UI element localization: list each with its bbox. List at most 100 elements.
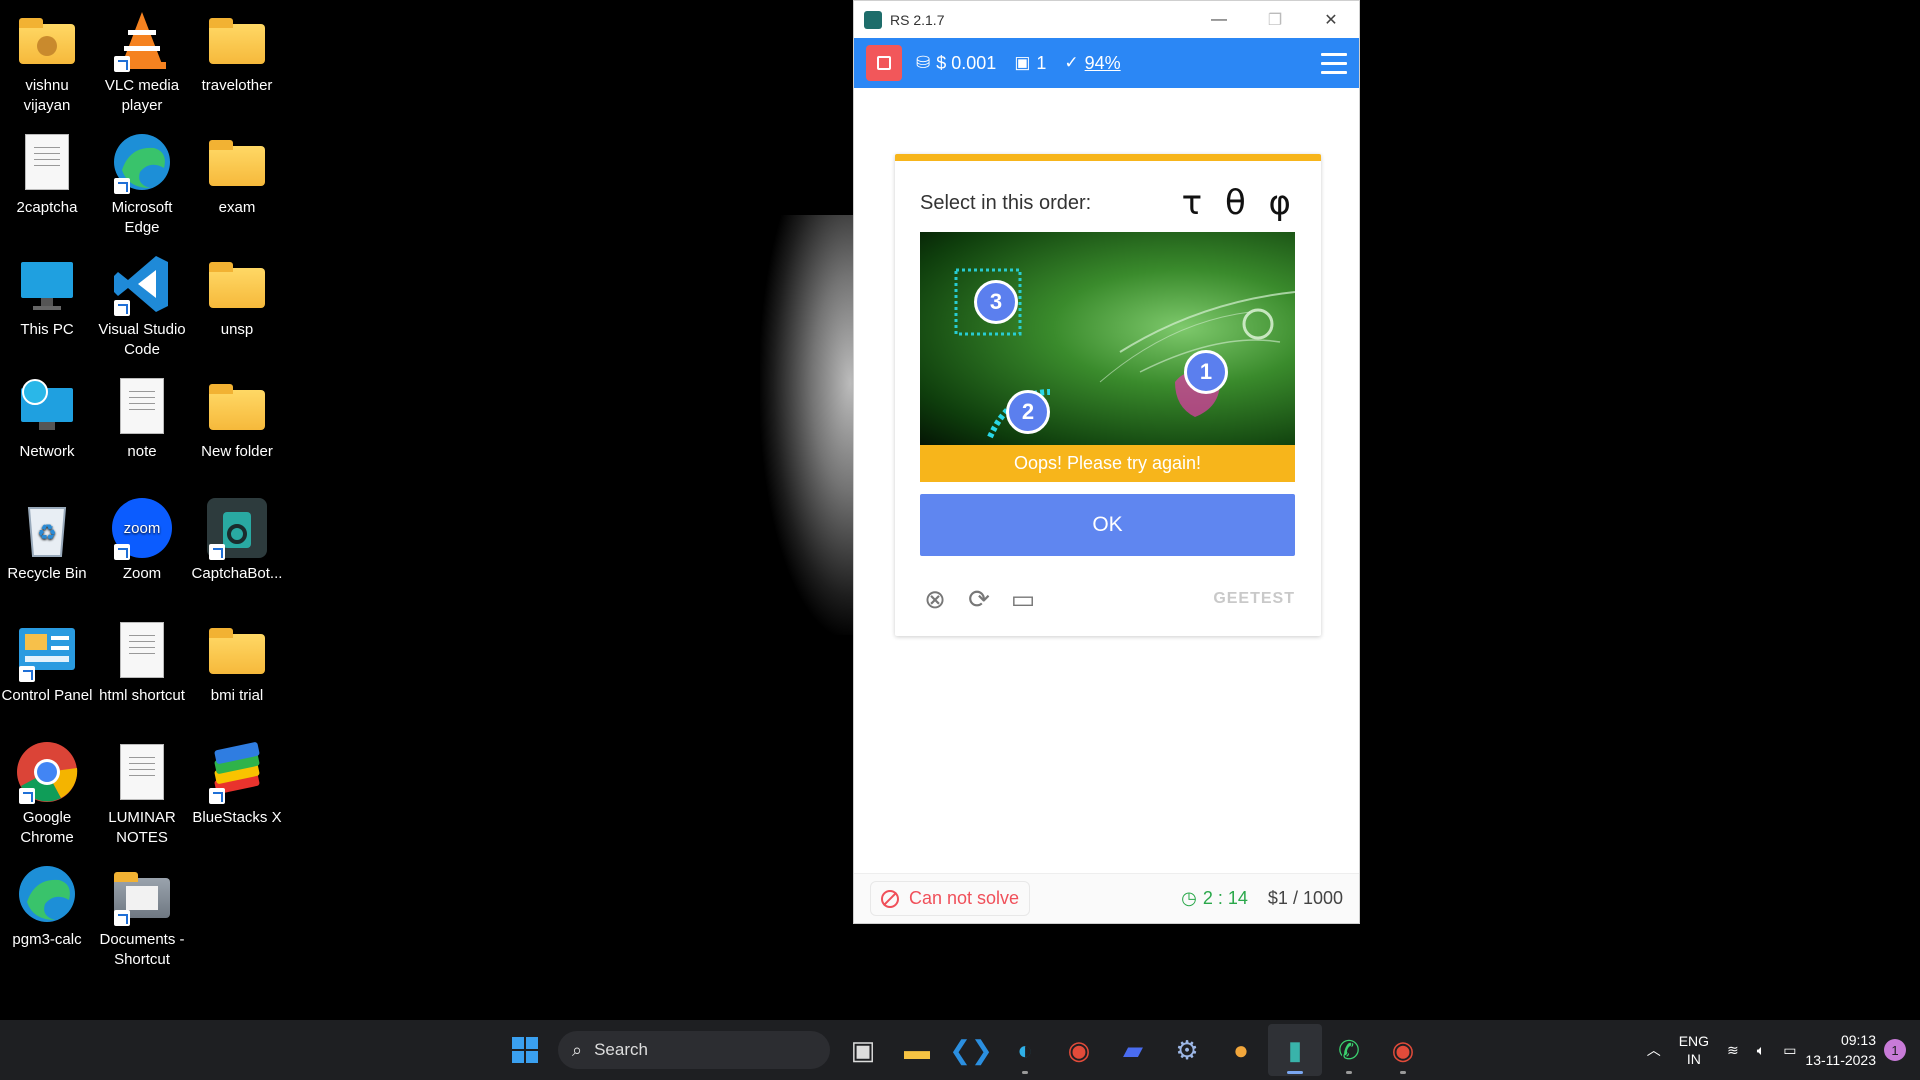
captcha-background <box>954 268 1295 439</box>
count-indicator: ▣ 1 <box>1014 53 1046 74</box>
timer-value: 2 : 14 <box>1202 888 1248 908</box>
taskbar-chrome[interactable]: ◉ <box>1052 1024 1106 1076</box>
edge-icon <box>110 130 174 194</box>
language-indicator[interactable]: ENG IN <box>1679 1032 1709 1068</box>
speaker-icon: 🔈︎ <box>1756 1042 1766 1058</box>
desktop-icon-vishnu-vijayan[interactable]: vishnu vijayan <box>0 0 94 116</box>
wifi-icon: ≋ <box>1727 1042 1739 1058</box>
taskbar-medal-app[interactable]: ● <box>1214 1024 1268 1076</box>
captchabot-icon: ▮ <box>1287 1034 1303 1065</box>
desktop-icon-edge[interactable]: Microsoft Edge <box>95 122 189 238</box>
tray-overflow-button[interactable]: ︿ <box>1647 1041 1661 1059</box>
document-icon <box>110 374 174 438</box>
accuracy-indicator[interactable]: ✓ 94% <box>1064 53 1120 74</box>
edge-icon: ◐ <box>1017 1034 1033 1065</box>
volume-button[interactable]: 🔈︎ <box>1757 1041 1765 1059</box>
captcha-marker-2[interactable]: 2 <box>1006 390 1050 434</box>
captcha-marker-1[interactable]: 1 <box>1184 350 1228 394</box>
desktop-icon-vscode[interactable]: Visual Studio Code <box>95 244 189 360</box>
desktop-icon-bmi-trial[interactable]: bmi trial <box>190 610 284 706</box>
desktop-icon-this-pc[interactable]: This PC <box>0 244 94 340</box>
close-button[interactable]: ✕ <box>1303 1 1359 38</box>
close-icon: ✕ <box>1324 11 1338 29</box>
clock[interactable]: 09:13 13-11-2023 <box>1805 1030 1876 1070</box>
taskbar-vscode[interactable]: ❮❯ <box>944 1024 998 1076</box>
captcha-target-glyphs: τ θ φ <box>1181 183 1297 223</box>
chrome-profile-icon: ◉ <box>1391 1034 1415 1065</box>
desktop-icon-network[interactable]: Network <box>0 366 94 462</box>
document-icon <box>110 740 174 804</box>
rs-app-window: RS 2.1.7 — ❐ ✕ ⛁ $ 0.001 ▣ 1 ✓ 94% Selec… <box>853 0 1360 924</box>
desktop-icon-documents-shortcut[interactable]: Documents - Shortcut <box>95 854 189 970</box>
taskbar: ⌕ Search ▣ ▬ ❮❯ ◐ ◉ ▰ ⚙ ● ▮ ✆ ◉ ︿ ENG IN… <box>0 1020 1920 1080</box>
taskbar-settings[interactable]: ⚙ <box>1160 1024 1214 1076</box>
taskbar-edge[interactable]: ◐ <box>998 1024 1052 1076</box>
clock-time: 09:13 <box>1840 1032 1876 1048</box>
desktop-icon-vlc[interactable]: VLC media player <box>95 0 189 116</box>
battery-button[interactable]: ▭ <box>1783 1041 1796 1059</box>
folder-icon <box>205 8 269 72</box>
accuracy-value[interactable]: 94% <box>1085 53 1121 74</box>
desktop-icon-chrome[interactable]: Google Chrome <box>0 732 94 848</box>
desktop-icon-bluestacks[interactable]: BlueStacks X <box>190 732 284 828</box>
system-tray: ︿ ENG IN ≋ 🔈︎ ▭ 09:13 13-11-2023 1 <box>1638 1020 1920 1080</box>
taskbar-task-view[interactable]: ▣ <box>836 1024 890 1076</box>
battery-icon: ▭ <box>1783 1042 1797 1058</box>
desktop-icon-zoom[interactable]: zoom Zoom <box>95 488 189 584</box>
desktop-icon-pgm3-calc[interactable]: pgm3-calc <box>0 854 94 950</box>
captcha-ok-button[interactable]: OK <box>920 494 1295 556</box>
user-folder-icon <box>15 8 79 72</box>
images-icon: ▣ <box>1014 53 1031 72</box>
desktop: vishnu vijayan VLC media player travelot… <box>0 0 290 1020</box>
clock-icon: ◷ <box>1181 888 1197 908</box>
desktop-icon-control-panel[interactable]: Control Panel <box>0 610 94 706</box>
desktop-icon-html-shortcut[interactable]: html shortcut <box>95 610 189 706</box>
desktop-icon-exam[interactable]: exam <box>190 122 284 218</box>
start-button[interactable] <box>498 1024 552 1076</box>
taskbar-chrome-profile[interactable]: ◉ <box>1376 1024 1430 1076</box>
desktop-icon-travelother[interactable]: travelother <box>190 0 284 96</box>
maximize-button[interactable]: ❐ <box>1247 1 1303 38</box>
taskbar-search[interactable]: ⌕ Search <box>558 1031 830 1069</box>
chrome-icon: ◉ <box>1067 1034 1091 1065</box>
document-icon <box>15 130 79 194</box>
desktop-icon-captchabot[interactable]: CaptchaBot... <box>190 488 284 584</box>
geetest-logo: GEETEST <box>1213 590 1295 607</box>
wifi-button[interactable]: ≋ <box>1727 1041 1739 1059</box>
taskbar-file-explorer[interactable]: ▬ <box>890 1024 944 1076</box>
close-circle-icon[interactable]: ⊗ <box>920 584 950 614</box>
captcha-image[interactable]: 3 1 2 <box>920 232 1295 445</box>
stop-button[interactable] <box>866 45 902 81</box>
desktop-icon-recycle-bin[interactable]: ♻ Recycle Bin <box>0 488 94 584</box>
desktop-icon-note[interactable]: note <box>95 366 189 462</box>
refresh-icon[interactable]: ⟳ <box>964 584 994 614</box>
cost-indicator: ⛁ $ 0.001 <box>916 53 996 74</box>
desktop-icon-2captcha[interactable]: 2captcha <box>0 122 94 218</box>
task-view-icon: ▣ <box>850 1034 876 1065</box>
window-titlebar[interactable]: RS 2.1.7 — ❐ ✕ <box>854 1 1359 38</box>
search-icon: ⌕ <box>572 1039 583 1060</box>
m-app-icon: ▰ <box>1123 1034 1143 1065</box>
taskbar-whatsapp[interactable]: ✆ <box>1322 1024 1376 1076</box>
desktop-icon-luminar-notes[interactable]: LUMINAR NOTES <box>95 732 189 848</box>
captcha-prompt: Select in this order: <box>920 191 1092 214</box>
network-icon <box>15 374 79 438</box>
feedback-icon[interactable]: ▭ <box>1008 584 1038 614</box>
app-icon <box>864 10 882 29</box>
desktop-icon-new-folder[interactable]: New folder <box>190 366 284 462</box>
menu-icon[interactable] <box>1321 52 1347 74</box>
documents-folder-icon <box>110 862 174 926</box>
prohibited-icon <box>881 889 899 908</box>
minimize-button[interactable]: — <box>1191 1 1247 38</box>
cost-value: $ 0.001 <box>936 52 997 73</box>
cannot-solve-button[interactable]: Can not solve <box>870 881 1031 916</box>
whatsapp-icon: ✆ <box>1338 1034 1360 1065</box>
bluestacks-icon <box>205 740 269 804</box>
check-circle-icon: ✓ <box>1064 53 1079 72</box>
notification-badge[interactable]: 1 <box>1884 1039 1906 1061</box>
folder-icon <box>205 374 269 438</box>
captcha-marker-3[interactable]: 3 <box>974 280 1018 324</box>
desktop-icon-unsp[interactable]: unsp <box>190 244 284 340</box>
taskbar-app-m[interactable]: ▰ <box>1106 1024 1160 1076</box>
taskbar-captchabot[interactable]: ▮ <box>1268 1024 1322 1076</box>
